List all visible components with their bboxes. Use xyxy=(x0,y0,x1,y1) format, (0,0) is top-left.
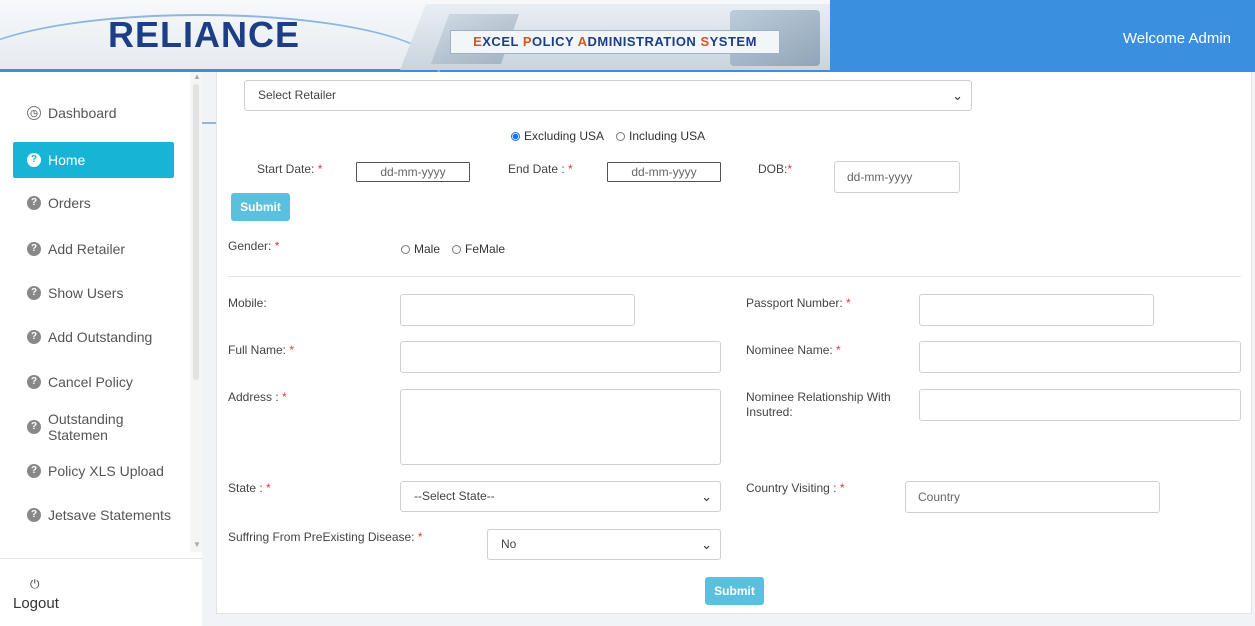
help-circle-icon: ? xyxy=(27,153,41,167)
chevron-down-icon: ⌄ xyxy=(701,537,712,552)
dob-label: DOB:* xyxy=(758,162,793,176)
scroll-down-arrow-icon[interactable]: ▼ xyxy=(193,540,201,549)
passport-number-label: Passport Number: * xyxy=(746,296,851,310)
mobile-input[interactable] xyxy=(400,294,635,326)
dob-input[interactable]: dd-mm-yyyy xyxy=(834,161,960,193)
including-usa-radio[interactable] xyxy=(616,131,626,141)
chevron-down-icon: ⌄ xyxy=(952,88,963,103)
nominee-name-input[interactable] xyxy=(919,341,1241,373)
sidebar-item-dashboard[interactable]: ◷ Dashboard xyxy=(13,95,174,131)
scroll-up-arrow-icon[interactable]: ▲ xyxy=(193,72,201,81)
mobile-label: Mobile: xyxy=(228,296,267,310)
sidebar-item-label: Show Users xyxy=(48,285,124,301)
sidebar-item-show-users[interactable]: ? Show Users xyxy=(13,275,174,311)
reliance-logo: RELIANCE xyxy=(108,14,301,55)
help-circle-icon: ? xyxy=(27,508,41,522)
sidebar-item-label: Policy XLS Upload xyxy=(48,463,164,479)
sidebar-item-label: Cancel Policy xyxy=(48,374,133,390)
header-brand-area: RELIANCE EXCEL POLICY ADMINISTRATION SYS… xyxy=(0,0,830,124)
sidebar-item-policy-xls-upload[interactable]: ? Policy XLS Upload xyxy=(13,453,174,489)
country-input[interactable]: Country xyxy=(905,481,1160,513)
female-label: FeMale xyxy=(465,242,506,256)
sidebar-item-label: Dashboard xyxy=(48,105,117,121)
banner-title: EXCEL POLICY ADMINISTRATION SYSTEM xyxy=(450,30,780,54)
address-textarea[interactable] xyxy=(400,389,721,465)
power-icon[interactable]: ⏻ xyxy=(30,577,40,592)
chevron-down-icon: ⌄ xyxy=(701,489,712,504)
nominee-relationship-label: Nominee Relationship With Insutred: xyxy=(746,390,891,419)
address-label: Address : * xyxy=(228,390,287,404)
section-divider xyxy=(228,276,1241,277)
female-radio[interactable] xyxy=(452,244,462,254)
start-date-label: Start Date: * xyxy=(257,162,323,176)
sidebar-item-jetsave-statements[interactable]: ? Jetsave Statements xyxy=(13,497,174,533)
including-usa-label: Including USA xyxy=(629,129,706,143)
app-header: RELIANCE EXCEL POLICY ADMINISTRATION SYS… xyxy=(0,0,1255,124)
sidebar-item-add-retailer[interactable]: ? Add Retailer xyxy=(13,231,174,267)
nominee-name-label: Nominee Name: * xyxy=(746,343,841,357)
help-circle-icon: ? xyxy=(27,286,41,300)
gender-radio-group: Male FeMale xyxy=(401,242,505,256)
end-date-label: End Date : * xyxy=(508,162,573,176)
state-select[interactable]: --Select State-- ⌄ xyxy=(400,481,721,512)
full-name-label: Full Name: * xyxy=(228,343,295,357)
sidebar-item-label: Home xyxy=(48,152,86,168)
sidebar: ◷ Dashboard ? Home ? Orders ? Add Retailer ?… xyxy=(0,72,202,626)
start-date-input[interactable]: dd-mm-yyyy xyxy=(356,162,470,182)
sidebar-item-label: Outstanding Statemen xyxy=(48,411,124,443)
sidebar-item-label: Orders xyxy=(48,195,91,211)
submit-form-button[interactable]: Submit xyxy=(705,577,764,605)
excluding-usa-radio[interactable] xyxy=(511,131,520,141)
sidebar-scrollbar[interactable]: ▲ ▼ xyxy=(190,72,202,552)
help-circle-icon: ? xyxy=(27,464,41,478)
system-banner: EXCEL POLICY ADMINISTRATION SYSTEM xyxy=(400,4,830,70)
state-select-value: --Select State-- xyxy=(414,489,495,503)
sidebar-item-orders[interactable]: ? Orders xyxy=(13,185,174,221)
submit-dates-button[interactable]: Submit xyxy=(231,193,290,221)
sidebar-item-label: Add Outstanding xyxy=(48,329,153,345)
passport-number-input[interactable] xyxy=(919,294,1154,326)
help-circle-icon: ? xyxy=(27,196,41,210)
region-radio-group: Excluding USA Including USA xyxy=(511,129,705,143)
excluding-usa-label: Excluding USA xyxy=(524,129,605,143)
policy-form-panel: Select Retailer ⌄ Excluding USA Includin… xyxy=(216,72,1252,614)
retailer-select-value: Select Retailer xyxy=(258,88,337,102)
help-circle-icon: ? xyxy=(27,420,41,434)
preexisting-disease-select-value: No xyxy=(501,537,517,551)
dashboard-icon: ◷ xyxy=(27,106,41,120)
help-circle-icon: ? xyxy=(27,330,41,344)
full-name-input[interactable] xyxy=(400,341,721,373)
scrollbar-thumb[interactable] xyxy=(193,84,199,380)
country-visiting-label: Country Visiting : * xyxy=(746,481,845,495)
sidebar-item-label: Add Retailer xyxy=(48,241,126,257)
state-label: State : * xyxy=(228,481,271,495)
welcome-user-text: Welcome Admin xyxy=(1122,30,1231,47)
sidebar-item-label: Jetsave Statements xyxy=(48,507,171,523)
sidebar-item-outstanding-statement[interactable]: ? Outstanding Statemen xyxy=(13,409,174,445)
sidebar-divider xyxy=(0,558,202,559)
logout-link[interactable]: Logout xyxy=(13,595,59,612)
help-circle-icon: ? xyxy=(27,242,41,256)
end-date-input[interactable]: dd-mm-yyyy xyxy=(607,162,721,182)
sidebar-item-cancel-policy[interactable]: ? Cancel Policy xyxy=(13,364,174,400)
sidebar-item-home[interactable]: ? Home xyxy=(13,142,174,178)
preexisting-disease-label: Suffring From PreExisting Disease: * xyxy=(228,530,423,544)
male-label: Male xyxy=(414,242,441,256)
help-circle-icon: ? xyxy=(27,375,41,389)
male-radio[interactable] xyxy=(401,244,410,254)
sidebar-item-add-outstanding[interactable]: ? Add Outstanding xyxy=(13,319,174,355)
retailer-select[interactable]: Select Retailer ⌄ xyxy=(244,80,972,111)
gender-label: Gender: * xyxy=(228,239,280,253)
nominee-relationship-input[interactable] xyxy=(919,389,1241,421)
preexisting-disease-select[interactable]: No ⌄ xyxy=(487,529,721,560)
